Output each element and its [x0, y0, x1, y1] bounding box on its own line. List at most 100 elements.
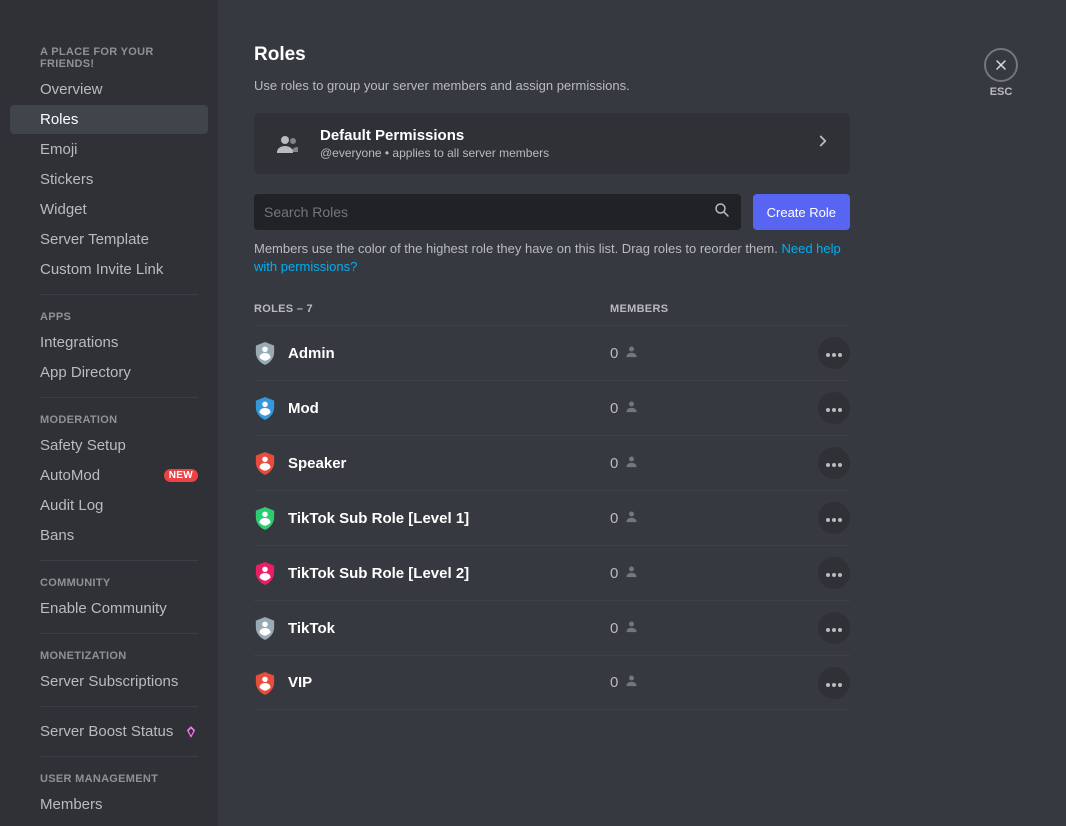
- members-icon: [272, 128, 304, 160]
- role-name-cell: VIP: [254, 671, 610, 695]
- sidebar-item-label: Members: [40, 796, 103, 813]
- default-permissions-card[interactable]: Default Permissions @everyone • applies …: [254, 113, 850, 174]
- person-icon: [624, 564, 639, 583]
- sidebar-item-label: Server Boost Status: [40, 723, 173, 740]
- role-more-button[interactable]: [818, 612, 850, 644]
- close-wrap: ESC: [984, 48, 1018, 98]
- role-name: Mod: [288, 400, 319, 417]
- close-button[interactable]: [984, 48, 1018, 82]
- sidebar-item-custom-invite-link[interactable]: Custom Invite Link: [10, 255, 208, 284]
- role-shield-icon: [254, 616, 276, 640]
- sidebar-item-label: Overview: [40, 81, 103, 98]
- role-more-button[interactable]: [818, 502, 850, 534]
- role-members-cell: 0: [610, 509, 790, 528]
- section-header-community: COMMUNITY: [10, 571, 208, 593]
- person-icon: [624, 454, 639, 473]
- sidebar-item-app-directory[interactable]: App Directory: [10, 358, 208, 387]
- sidebar-item-label: AutoMod: [40, 467, 100, 484]
- role-member-count: 0: [610, 674, 618, 691]
- chevron-right-icon: [814, 132, 832, 155]
- role-shield-icon: [254, 671, 276, 695]
- role-actions-cell: [790, 337, 850, 369]
- sidebar-item-audit-log[interactable]: Audit Log: [10, 491, 208, 520]
- close-icon: [993, 57, 1009, 73]
- role-member-count: 0: [610, 620, 618, 637]
- role-name-cell: Admin: [254, 341, 610, 365]
- role-row[interactable]: TikTok Sub Role [Level 2]0: [254, 545, 850, 600]
- role-more-button[interactable]: [818, 337, 850, 369]
- more-icon: [826, 454, 842, 472]
- role-row[interactable]: TikTok Sub Role [Level 1] 0: [254, 490, 850, 545]
- role-member-count: 0: [610, 400, 618, 417]
- sidebar-item-stickers[interactable]: Stickers: [10, 165, 208, 194]
- sidebar-item-roles[interactable]: Roles: [10, 105, 208, 134]
- sidebar-item-integrations[interactable]: Integrations: [10, 328, 208, 357]
- sidebar-item-label: Enable Community: [40, 600, 167, 617]
- section-header-monetization: MONETIZATION: [10, 644, 208, 666]
- sidebar-item-server-subscriptions[interactable]: Server Subscriptions: [10, 667, 208, 696]
- sidebar-item-label: Bans: [40, 527, 74, 544]
- roles-list: Admin0Mod0Speaker0TikTok Sub Role [Level…: [254, 325, 1026, 710]
- role-more-button[interactable]: [818, 392, 850, 424]
- divider: [40, 294, 198, 295]
- sidebar-item-automod[interactable]: AutoMod NEW: [10, 461, 208, 490]
- role-row[interactable]: Speaker0: [254, 435, 850, 490]
- sidebar-item-members[interactable]: Members: [10, 790, 208, 819]
- role-shield-icon: [254, 396, 276, 420]
- role-name-cell: Mod: [254, 396, 610, 420]
- sidebar-item-widget[interactable]: Widget: [10, 195, 208, 224]
- search-input[interactable]: [264, 204, 713, 220]
- sidebar-item-enable-community[interactable]: Enable Community: [10, 594, 208, 623]
- create-role-button[interactable]: Create Role: [753, 194, 850, 230]
- sidebar-item-label: Integrations: [40, 334, 118, 351]
- more-icon: [826, 564, 842, 582]
- main-content: ESC Roles Use roles to group your server…: [218, 0, 1066, 826]
- person-icon: [624, 619, 639, 638]
- role-row[interactable]: TikTok0: [254, 600, 850, 655]
- role-members-cell: 0: [610, 673, 790, 692]
- search-box[interactable]: [254, 194, 741, 230]
- sidebar-item-server-template[interactable]: Server Template: [10, 225, 208, 254]
- role-actions-cell: [790, 392, 850, 424]
- search-icon: [713, 201, 731, 224]
- sidebar-item-label: Emoji: [40, 141, 78, 158]
- role-shield-icon: [254, 341, 276, 365]
- sidebar-item-bans[interactable]: Bans: [10, 521, 208, 550]
- person-icon: [624, 509, 639, 528]
- sidebar-item-label: Widget: [40, 201, 87, 218]
- sidebar-item-label: App Directory: [40, 364, 131, 381]
- sidebar-item-overview[interactable]: Overview: [10, 75, 208, 104]
- role-name-cell: TikTok: [254, 616, 610, 640]
- role-more-button[interactable]: [818, 447, 850, 479]
- role-row[interactable]: Admin0: [254, 325, 850, 380]
- divider: [40, 397, 198, 398]
- sidebar-item-safety-setup[interactable]: Safety Setup: [10, 431, 208, 460]
- role-row[interactable]: Mod 0: [254, 380, 850, 435]
- divider: [40, 706, 198, 707]
- role-member-count: 0: [610, 455, 618, 472]
- sidebar-item-label: Server Template: [40, 231, 149, 248]
- sidebar-item-label: Custom Invite Link: [40, 261, 163, 278]
- close-label: ESC: [984, 86, 1018, 98]
- more-icon: [826, 674, 842, 692]
- section-header-moderation: MODERATION: [10, 408, 208, 430]
- role-name: TikTok Sub Role [Level 1]: [288, 510, 469, 527]
- page-title: Roles: [254, 44, 1026, 66]
- sidebar-item-emoji[interactable]: Emoji: [10, 135, 208, 164]
- role-more-button[interactable]: [818, 557, 850, 589]
- role-more-button[interactable]: [818, 667, 850, 699]
- section-header-apps: APPS: [10, 305, 208, 327]
- role-members-cell: 0: [610, 564, 790, 583]
- divider: [40, 633, 198, 634]
- role-row[interactable]: VIP0: [254, 655, 850, 710]
- role-actions-cell: [790, 557, 850, 589]
- more-icon: [826, 399, 842, 417]
- role-name-cell: TikTok Sub Role [Level 1]: [254, 506, 610, 530]
- sidebar-item-label: Audit Log: [40, 497, 103, 514]
- sidebar-item-invites[interactable]: Invites: [10, 820, 208, 826]
- divider: [40, 756, 198, 757]
- default-permissions-subtitle: @everyone • applies to all server member…: [320, 146, 814, 160]
- role-name: Admin: [288, 345, 335, 362]
- role-shield-icon: [254, 506, 276, 530]
- sidebar-item-server-boost-status[interactable]: Server Boost Status: [10, 717, 208, 746]
